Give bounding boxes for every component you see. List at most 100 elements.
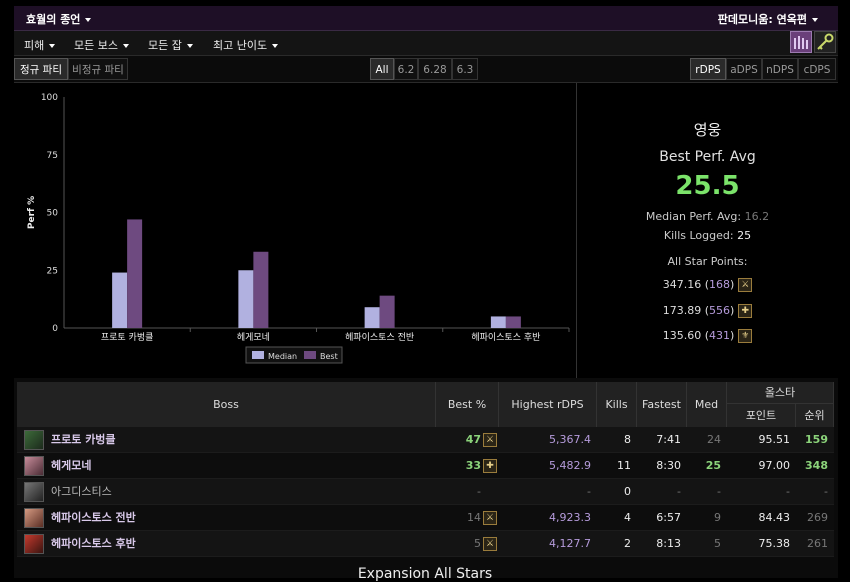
legend-swatch — [252, 351, 264, 359]
tab-patch-6-3[interactable]: 6.3 — [452, 58, 478, 80]
col-rank[interactable]: 순위 — [796, 404, 834, 427]
table-row[interactable]: 프로토 카벙클 47 ⚔ 5,367.4 8 7:41 24 95.51 159 — [17, 427, 834, 453]
tab-non-regular-party[interactable]: 비정규 파티 — [68, 58, 128, 80]
allstar-line-healer: 173.89 (556) ✚ — [577, 304, 838, 318]
y-tick-label: 50 — [47, 209, 59, 219]
tab-patch-all[interactable]: All — [370, 58, 394, 80]
chevron-down-icon — [812, 18, 818, 22]
job-icon[interactable] — [790, 31, 812, 53]
boss-name-link[interactable]: 아그디스티스 — [51, 479, 112, 505]
boss-name-link[interactable]: 헤파이스토스 후반 — [51, 531, 136, 557]
table-row[interactable]: 헤게모네 33 ✚ 5,482.9 11 8:30 25 97.00 348 — [17, 453, 834, 479]
col-med[interactable]: Med — [687, 382, 727, 427]
boss-portrait — [24, 430, 44, 450]
key-icon[interactable] — [814, 31, 836, 53]
crossed-swords-icon: ⚔ — [483, 505, 499, 531]
y-tick-label: 25 — [47, 266, 58, 276]
allstar-points: 347.16 — [662, 278, 702, 291]
tab-adps[interactable]: aDPS — [726, 58, 762, 80]
x-tick-label: 프로토 카벙클 — [101, 332, 154, 343]
table-row[interactable]: 헤파이스토스 후반 5 ⚔ 4,127.7 2 8:13 5 75.38 261 — [17, 531, 834, 557]
menu-label: 피해 — [24, 39, 45, 52]
filter-row: 정규 파티 비정규 파티 All 6.2 6.28 6.3 rDPS aDPS … — [14, 56, 838, 83]
kills-value: 2 — [624, 537, 631, 550]
boss-portrait — [24, 482, 44, 502]
legend-swatch — [304, 351, 316, 359]
boss-portrait — [24, 508, 44, 528]
tab-regular-party[interactable]: 정규 파티 — [14, 58, 68, 80]
highest-value: 4,127.7 — [549, 537, 591, 550]
bar-median — [364, 307, 380, 328]
perf-chart: 0 25 50 75 100 Perf % 프로토 카벙클 헤게모네 헤파이스토스 전반 헤파이스… — [27, 93, 570, 364]
col-allstar: 올스타 — [727, 382, 834, 404]
stats-panel: 영웅 Best Perf. Avg 25.5 Median Perf. Avg:… — [577, 83, 838, 378]
header-bar: 효월의 종언 판데모니움: 연옥편 — [14, 6, 838, 31]
x-tick-label: 헤파이스토스 전반 — [345, 331, 414, 343]
bar-best — [505, 316, 521, 328]
tab-patch-6-2[interactable]: 6.2 — [394, 58, 418, 80]
job-name: 영웅 — [693, 121, 722, 139]
menu-bar: 피해 모든 보스 모든 잡 최고 난이도 — [14, 31, 838, 56]
zone-title: 판데모니움: 연옥편 — [717, 13, 807, 26]
menu-metric[interactable]: 피해 — [24, 37, 56, 53]
x-tick-label: 헤파이스토스 후반 — [471, 331, 540, 343]
median-label: Median Perf. Avg: — [645, 210, 742, 223]
chevron-down-icon — [186, 44, 193, 48]
table-row[interactable]: 헤파이스토스 전반 14 ⚔ 4,923.3 4 6:57 9 84.43 26… — [17, 505, 834, 531]
expansion-all-stars-title: Expansion All Stars — [357, 566, 493, 582]
points-value: - — [786, 485, 790, 498]
fastest-value: - — [677, 485, 681, 498]
menu-label: 모든 잡 — [148, 39, 182, 52]
tab-rdps[interactable]: rDPS — [690, 58, 726, 80]
bar-median — [490, 316, 506, 328]
bar-best — [127, 219, 143, 328]
highest-value: - — [587, 485, 591, 498]
med-value: 25 — [705, 459, 721, 472]
rank-value: 348 — [805, 459, 828, 472]
allstar-line-dps: 347.16 (168) ⚔ — [577, 278, 838, 292]
fastest-value: 7:41 — [656, 433, 681, 446]
rank-value: 261 — [807, 537, 828, 550]
boss-name-link[interactable]: 헤파이스토스 전반 — [51, 505, 136, 531]
col-fastest[interactable]: Fastest — [637, 382, 687, 427]
med-value: - — [717, 485, 721, 498]
boss-portrait — [24, 456, 44, 476]
x-tick-label: 헤게모네 — [237, 331, 270, 343]
menu-boss[interactable]: 모든 보스 — [74, 37, 129, 53]
table-row[interactable]: 아그디스티스 - - 0 - - - - — [17, 479, 834, 505]
chevron-down-icon — [122, 44, 129, 48]
healer-icon: ✚ — [738, 304, 753, 318]
col-highest[interactable]: Highest rDPS — [499, 382, 597, 427]
col-boss[interactable]: Boss — [17, 382, 436, 427]
tab-cdps[interactable]: cDPS — [798, 58, 836, 80]
col-best[interactable]: Best % — [436, 382, 499, 427]
rank-value: - — [824, 485, 828, 498]
fleur-icon: ⚜ — [738, 329, 753, 343]
boss-name-link[interactable]: 프로토 카벙클 — [51, 427, 116, 453]
menu-job[interactable]: 모든 잡 — [148, 37, 193, 53]
best-perf-value: 25.5 — [675, 171, 740, 201]
bar-median — [112, 272, 128, 328]
col-kills[interactable]: Kills — [597, 382, 637, 427]
crossed-swords-icon: ⚔ — [483, 531, 499, 557]
zone-selector[interactable]: 판데모니움: 연옥편 — [718, 11, 818, 27]
col-points[interactable]: 포인트 — [727, 404, 796, 427]
crossed-swords-icon: ⚔ — [483, 427, 499, 453]
tab-patch-6-28[interactable]: 6.28 — [418, 58, 452, 80]
med-value: 9 — [714, 511, 721, 524]
tab-ndps[interactable]: nDPS — [762, 58, 798, 80]
legend-label: Median — [268, 352, 297, 361]
y-tick-label: 75 — [47, 151, 58, 161]
bar-median — [238, 270, 254, 328]
y-tick-label: 0 — [52, 324, 58, 334]
best-value: 47 — [465, 433, 481, 446]
allstar-points: 135.60 — [662, 329, 702, 342]
menu-difficulty[interactable]: 최고 난이도 — [213, 37, 279, 53]
allstar-line-tank: 135.60 (431) ⚜ — [577, 329, 838, 343]
menu-label: 최고 난이도 — [213, 39, 268, 52]
rank-value: 269 — [807, 511, 828, 524]
expansion-selector[interactable]: 효월의 종언 — [26, 11, 92, 27]
best-value: 5 — [474, 537, 481, 550]
med-value: 24 — [707, 433, 721, 446]
boss-name-link[interactable]: 헤게모네 — [51, 453, 91, 479]
